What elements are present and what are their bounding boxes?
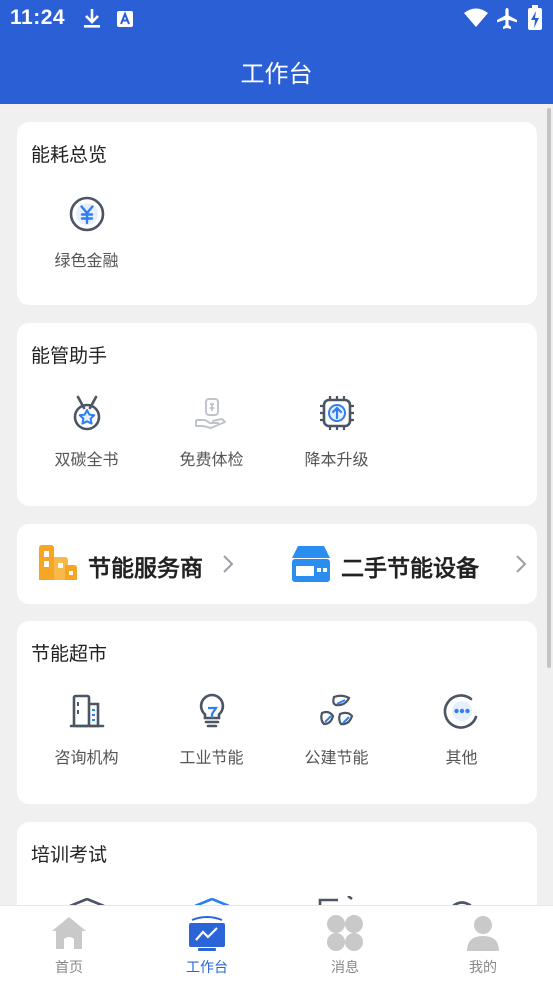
hand-money-icon (193, 394, 231, 432)
energy-assistant-card: 能管助手 双碳全书 免费体检 降本升级 (17, 323, 537, 506)
tab-home[interactable]: 首页 (0, 906, 138, 983)
free-checkup-label: 免费体检 (179, 450, 244, 469)
second-hand-equipment-link[interactable]: 二手节能设备 (277, 524, 537, 604)
lightbulb-icon (193, 692, 231, 730)
energy-overview-card: 能耗总览 绿色金融 (17, 122, 537, 305)
airplane-icon (495, 6, 519, 34)
home-icon (50, 914, 88, 952)
wifi-icon (463, 8, 489, 32)
device-box-icon (292, 545, 330, 583)
buildings-icon (39, 544, 77, 582)
leaves-icon (318, 692, 356, 730)
tab-profile-label: 我的 (469, 960, 497, 976)
download-icon (82, 7, 102, 33)
tab-home-label: 首页 (55, 960, 83, 976)
carbon-handbook-label: 双碳全书 (54, 450, 119, 469)
message-icon (326, 914, 364, 952)
bottom-tab-bar: 首页 工作台 消息 我的 (0, 905, 553, 983)
tab-workbench-label: 工作台 (186, 960, 228, 976)
chevron-right-icon (514, 552, 528, 576)
promo-card: 节能服务商 二手节能设备 (17, 524, 537, 604)
chevron-right-icon (221, 552, 235, 576)
industrial-energy-label: 工业节能 (179, 748, 244, 767)
scrollbar[interactable] (547, 108, 551, 668)
chip-upgrade-icon (318, 394, 356, 432)
title-bar: 工作台 (0, 40, 553, 104)
green-finance-label: 绿色金融 (54, 251, 119, 270)
tab-workbench[interactable]: 工作台 (138, 906, 276, 983)
more-icon (443, 692, 481, 730)
training-exam-title: 培训考试 (31, 844, 108, 866)
yuan-coin-icon (68, 195, 106, 233)
battery-charging-icon (527, 5, 543, 35)
service-provider-label: 节能服务商 (88, 556, 203, 582)
medal-icon (68, 394, 106, 432)
second-hand-label: 二手节能设备 (341, 556, 479, 582)
tab-messages-label: 消息 (331, 960, 359, 976)
tab-profile[interactable]: 我的 (414, 906, 552, 983)
profile-icon (464, 914, 502, 952)
keyboard-a-icon (116, 10, 134, 32)
public-building-energy-label: 公建节能 (304, 748, 369, 767)
page-title: 工作台 (240, 60, 313, 88)
energy-supermarket-card: 节能超市 咨询机构 工业节能 公建节能 其他 (17, 621, 537, 804)
service-provider-link[interactable]: 节能服务商 (17, 524, 277, 604)
workbench-icon (188, 914, 226, 952)
energy-supermarket-title: 节能超市 (31, 643, 108, 665)
status-time: 11:24 (10, 6, 66, 29)
cost-upgrade-label: 降本升级 (304, 450, 369, 469)
other-label: 其他 (445, 748, 478, 767)
consulting-agency-label: 咨询机构 (54, 748, 119, 767)
tab-messages[interactable]: 消息 (276, 906, 414, 983)
status-bar: 11:24 (0, 0, 553, 40)
office-building-icon (68, 692, 106, 730)
energy-assistant-title: 能管助手 (31, 345, 108, 367)
energy-overview-title: 能耗总览 (31, 144, 108, 166)
